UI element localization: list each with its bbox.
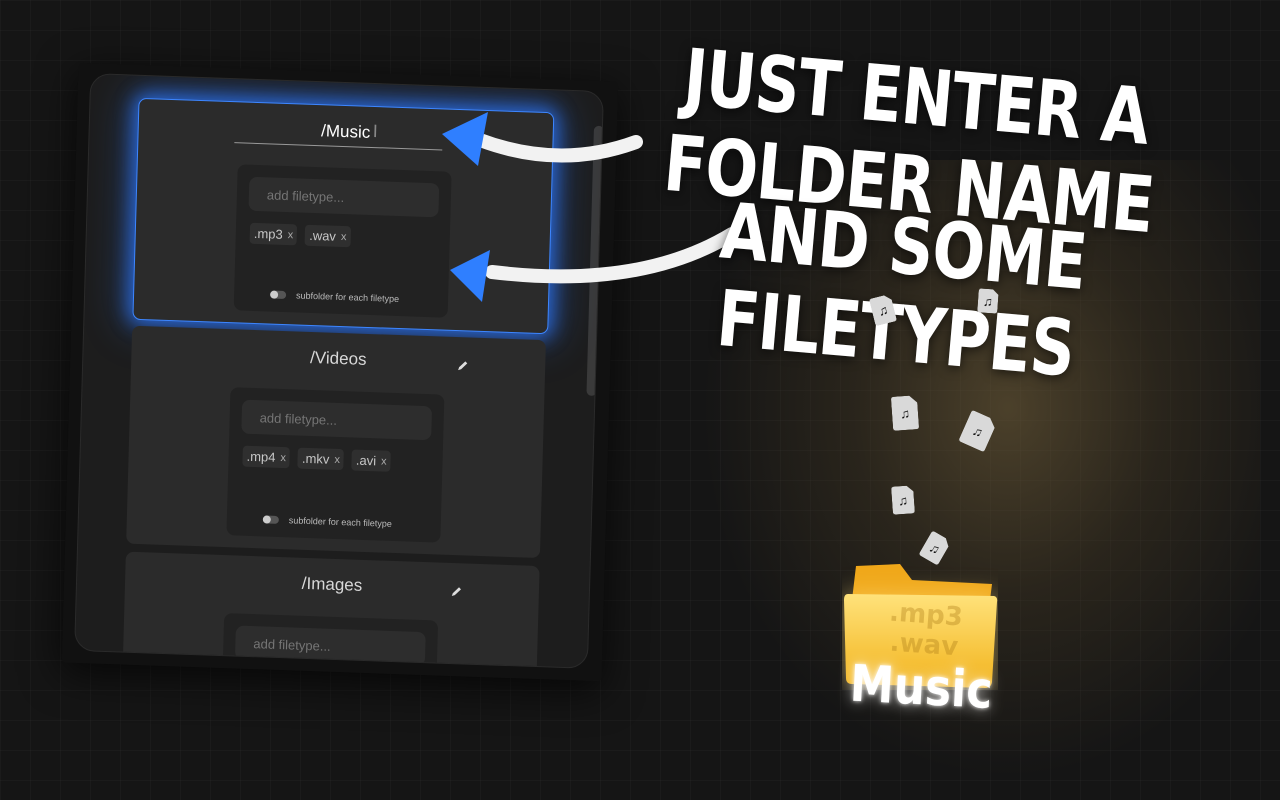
pencil-icon[interactable] <box>451 585 463 597</box>
folder-name-input[interactable]: /Music <box>139 115 553 149</box>
subfolder-toggle-row: subfolder for each filetype <box>262 514 392 529</box>
add-filetype-input[interactable] <box>248 176 440 218</box>
chip-label: .mp3 <box>253 225 283 242</box>
chip-label: .mp4 <box>246 448 276 465</box>
folder-name: /Images <box>301 573 363 595</box>
music-file-icon: ♫ <box>977 288 999 313</box>
headline: JUST ENTER A FOLDER NAME AND SOME FILETY… <box>535 31 1278 394</box>
filetype-box: .mp4 x .mkv x .avi x subfolder for each … <box>226 387 445 543</box>
music-file-icon: ♫ <box>891 395 919 431</box>
folder-list: /Music I .mp3 x .wav x subfolde <box>74 73 604 669</box>
subfolder-toggle[interactable] <box>262 515 279 524</box>
chip-remove-icon[interactable]: x <box>341 230 347 242</box>
folder-card-images[interactable]: /Images <box>121 551 540 669</box>
chip-label: .wav <box>309 227 337 244</box>
folder-name: /Videos <box>309 347 367 369</box>
pencil-icon[interactable] <box>457 359 469 371</box>
subfolder-toggle-row: subfolder for each filetype <box>270 290 400 305</box>
folder-label: Music <box>848 654 994 721</box>
filetype-chip: .mp4 x <box>242 445 291 469</box>
filetype-chips: .mp4 x .mkv x .avi x <box>242 445 391 472</box>
note-icon: ♫ <box>899 405 911 421</box>
chip-remove-icon[interactable]: x <box>381 455 387 467</box>
chip-label: .avi <box>355 452 377 469</box>
app-window: /Music I .mp3 x .wav x subfolde <box>61 62 619 682</box>
subfolder-toggle-label: subfolder for each filetype <box>288 515 392 529</box>
folder-extensions: .mp3 .wav <box>868 596 982 664</box>
music-file-icon: ♫ <box>891 485 915 514</box>
subfolder-toggle-label: subfolder for each filetype <box>295 290 400 305</box>
folder-card-videos[interactable]: /Videos .mp4 x .mkv x .avi <box>126 325 546 559</box>
text-cursor-icon: I <box>372 121 379 142</box>
filetype-chips: .mp3 x .wav x <box>249 222 351 248</box>
chip-remove-icon[interactable]: x <box>288 229 294 241</box>
folder-card-music[interactable]: /Music I .mp3 x .wav x subfolde <box>132 97 555 335</box>
subfolder-toggle[interactable] <box>270 290 287 300</box>
filetype-chip: .avi x <box>351 449 391 472</box>
note-icon: ♫ <box>927 539 943 557</box>
chip-remove-icon[interactable]: x <box>334 453 340 465</box>
note-icon: ♫ <box>982 293 994 309</box>
note-icon: ♫ <box>876 301 890 319</box>
filetype-chip: .mp3 x <box>249 222 298 246</box>
filetype-chip: .wav x <box>304 224 351 248</box>
filetype-chip: .mkv x <box>297 447 345 471</box>
add-filetype-input[interactable] <box>241 399 433 441</box>
note-icon: ♫ <box>970 422 986 440</box>
note-icon: ♫ <box>897 492 909 508</box>
chip-label: .mkv <box>301 450 330 467</box>
music-file-icon: ♫ <box>958 410 997 452</box>
chip-remove-icon[interactable]: x <box>280 451 286 463</box>
filetype-box: .mp3 x .wav x subfolder for each filetyp… <box>233 164 452 318</box>
